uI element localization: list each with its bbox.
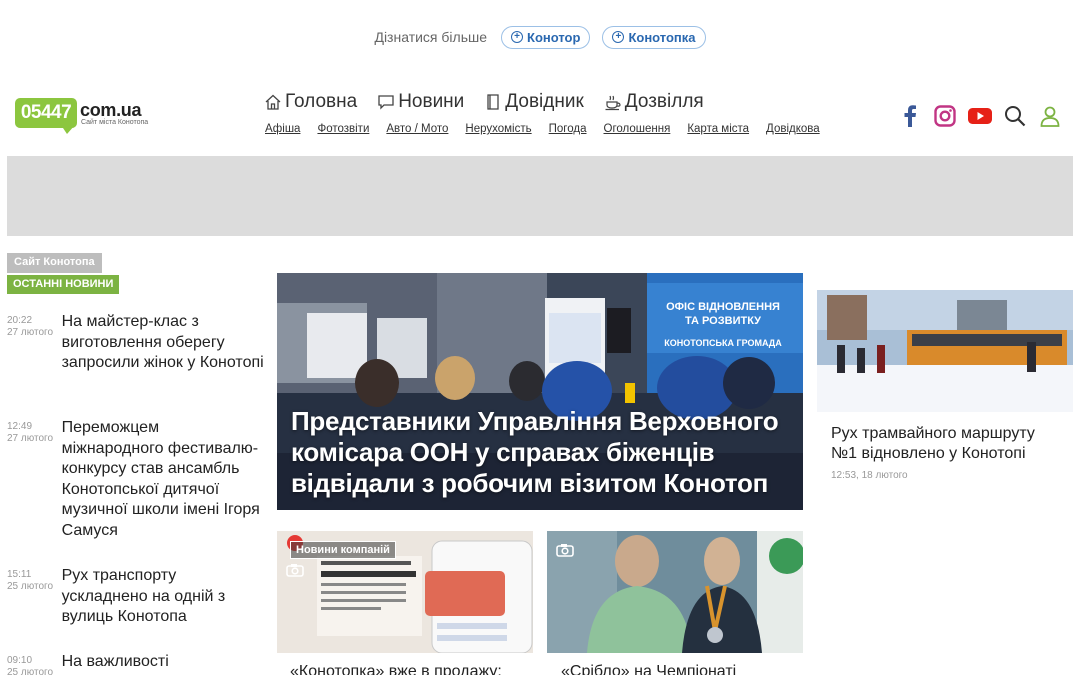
logo-tail [61, 125, 75, 134]
nav-leisure[interactable]: Дозвілля [604, 91, 704, 113]
news-date: 27 лютого [7, 327, 54, 338]
promo-bar: Дізнатися більше + Конотор + Конотопка [0, 25, 1080, 49]
news-meta: 12:49 27 лютого [7, 418, 62, 541]
youtube-icon[interactable] [968, 104, 992, 128]
camera-icon [286, 563, 304, 577]
book-icon [487, 94, 499, 110]
news-date: 27 лютого [7, 433, 54, 444]
subnav-weather[interactable]: Погода [549, 123, 587, 135]
plus-icon: + [511, 31, 524, 43]
news-time: 09:10 [7, 655, 33, 666]
news-meta: 20:22 27 лютого [7, 312, 62, 374]
plus-icon: + [612, 31, 625, 43]
news-title[interactable]: На важливості [62, 652, 265, 675]
news-title[interactable]: Переможцем міжнародного фестивалю-конкур… [62, 418, 265, 541]
news-time: 12:49 [7, 421, 33, 432]
bottom-card-title[interactable]: «Срібло» на Чемпіонаті [561, 662, 736, 675]
pill-konotopka[interactable]: + Конотопка [602, 25, 706, 49]
nav-directory[interactable]: Довідник [484, 91, 584, 113]
home-icon [265, 94, 281, 110]
list-item[interactable]: 09:10 25 лютого На важливості [7, 652, 265, 675]
subnav-city-map[interactable]: Карта міста [687, 123, 749, 135]
latest-news-tag: ОСТАННІ НОВИНИ [7, 275, 120, 294]
news-date: 25 лютого [7, 667, 54, 675]
athletes-photo[interactable] [547, 531, 803, 653]
pill-label: Конотор [527, 29, 581, 45]
right-card-time: 12:53, 18 лютого [831, 470, 908, 481]
subnav-photoreports[interactable]: Фотозвіти [317, 123, 369, 135]
hero-title[interactable]: Представники Управління Верховного коміс… [291, 406, 791, 499]
list-item[interactable]: 20:22 27 лютого На майстер-клас з вигото… [7, 312, 265, 374]
main-nav: Головна Новини Довідник Дозвілля [264, 91, 704, 113]
subnav-ads[interactable]: Оголошення [604, 123, 671, 135]
user-icon[interactable] [1038, 104, 1062, 128]
facebook-icon[interactable] [898, 104, 922, 128]
news-meta: 15:11 25 лютого [7, 566, 62, 628]
social-icons [898, 104, 1062, 128]
news-meta: 09:10 25 лютого [7, 652, 62, 675]
hero-article[interactable]: ОФІС ВІДНОВЛЕННЯ ТА РОЗВИТКУ КОНОТОПСЬКА… [277, 273, 803, 510]
instagram-icon[interactable] [933, 104, 957, 128]
nav-label: Довідник [505, 91, 584, 112]
subnav-real-estate[interactable]: Нерухомість [465, 123, 531, 135]
bottom-card-title[interactable]: «Конотопка» вже в продажу: [290, 662, 502, 675]
news-date: 25 лютого [7, 581, 54, 592]
logo-number: 05447 [15, 98, 77, 128]
latest-news-sidebar: Сайт Конотопа ОСТАННІ НОВИНИ 20:22 27 лю… [7, 252, 265, 675]
list-item[interactable]: 15:11 25 лютого Рух транспорту ускладнен… [7, 566, 265, 628]
sign-line: КОНОТОПСЬКА ГРОМАДА [664, 338, 782, 348]
chat-icon [378, 95, 394, 110]
sub-nav: Афіша Фотозвіти Авто / Мото Нерухомість … [265, 123, 820, 135]
nav-label: Новини [398, 91, 465, 112]
news-time: 15:11 [7, 569, 32, 580]
nav-home[interactable]: Головна [264, 91, 357, 113]
right-card-title[interactable]: Рух трамвайного маршруту №1 відновлено у… [831, 424, 1061, 464]
news-title[interactable]: Рух транспорту ускладнено на одній з вул… [62, 566, 265, 628]
nav-label: Головна [285, 91, 358, 112]
nav-label: Дозвілля [624, 91, 704, 112]
sign-line: ОФІС ВІДНОВЛЕННЯ [666, 301, 780, 313]
subnav-auto-moto[interactable]: Авто / Мото [386, 123, 448, 135]
camera-icon [556, 543, 574, 557]
company-news-badge[interactable]: Новини компаній [290, 541, 396, 559]
news-title[interactable]: На майстер-клас з виготовлення оберегу з… [62, 312, 265, 374]
search-icon[interactable] [1003, 104, 1027, 128]
list-item[interactable]: 12:49 27 лютого Переможцем міжнародного … [7, 418, 265, 541]
coffee-icon [605, 95, 621, 111]
site-tag: Сайт Конотопа [7, 253, 102, 273]
site-logo[interactable]: 05447 com.ua Сайт міста Конотопа [15, 98, 155, 138]
sign-line: ТА РОЗВИТКУ [685, 315, 761, 327]
learn-more-label: Дізнатися більше [374, 29, 488, 45]
ad-banner[interactable] [7, 156, 1073, 236]
subnav-reference[interactable]: Довідкова [766, 123, 820, 135]
pill-konotor[interactable]: + Конотор [501, 25, 591, 49]
nav-news[interactable]: Новини [377, 91, 464, 113]
subnav-afisha[interactable]: Афіша [265, 123, 300, 135]
logo-domain: com.ua [80, 100, 142, 120]
logo-subtitle: Сайт міста Конотопа [81, 119, 149, 126]
tram-photo[interactable] [817, 290, 1073, 412]
news-time: 20:22 [7, 315, 33, 326]
pill-label: Конотопка [628, 29, 696, 45]
